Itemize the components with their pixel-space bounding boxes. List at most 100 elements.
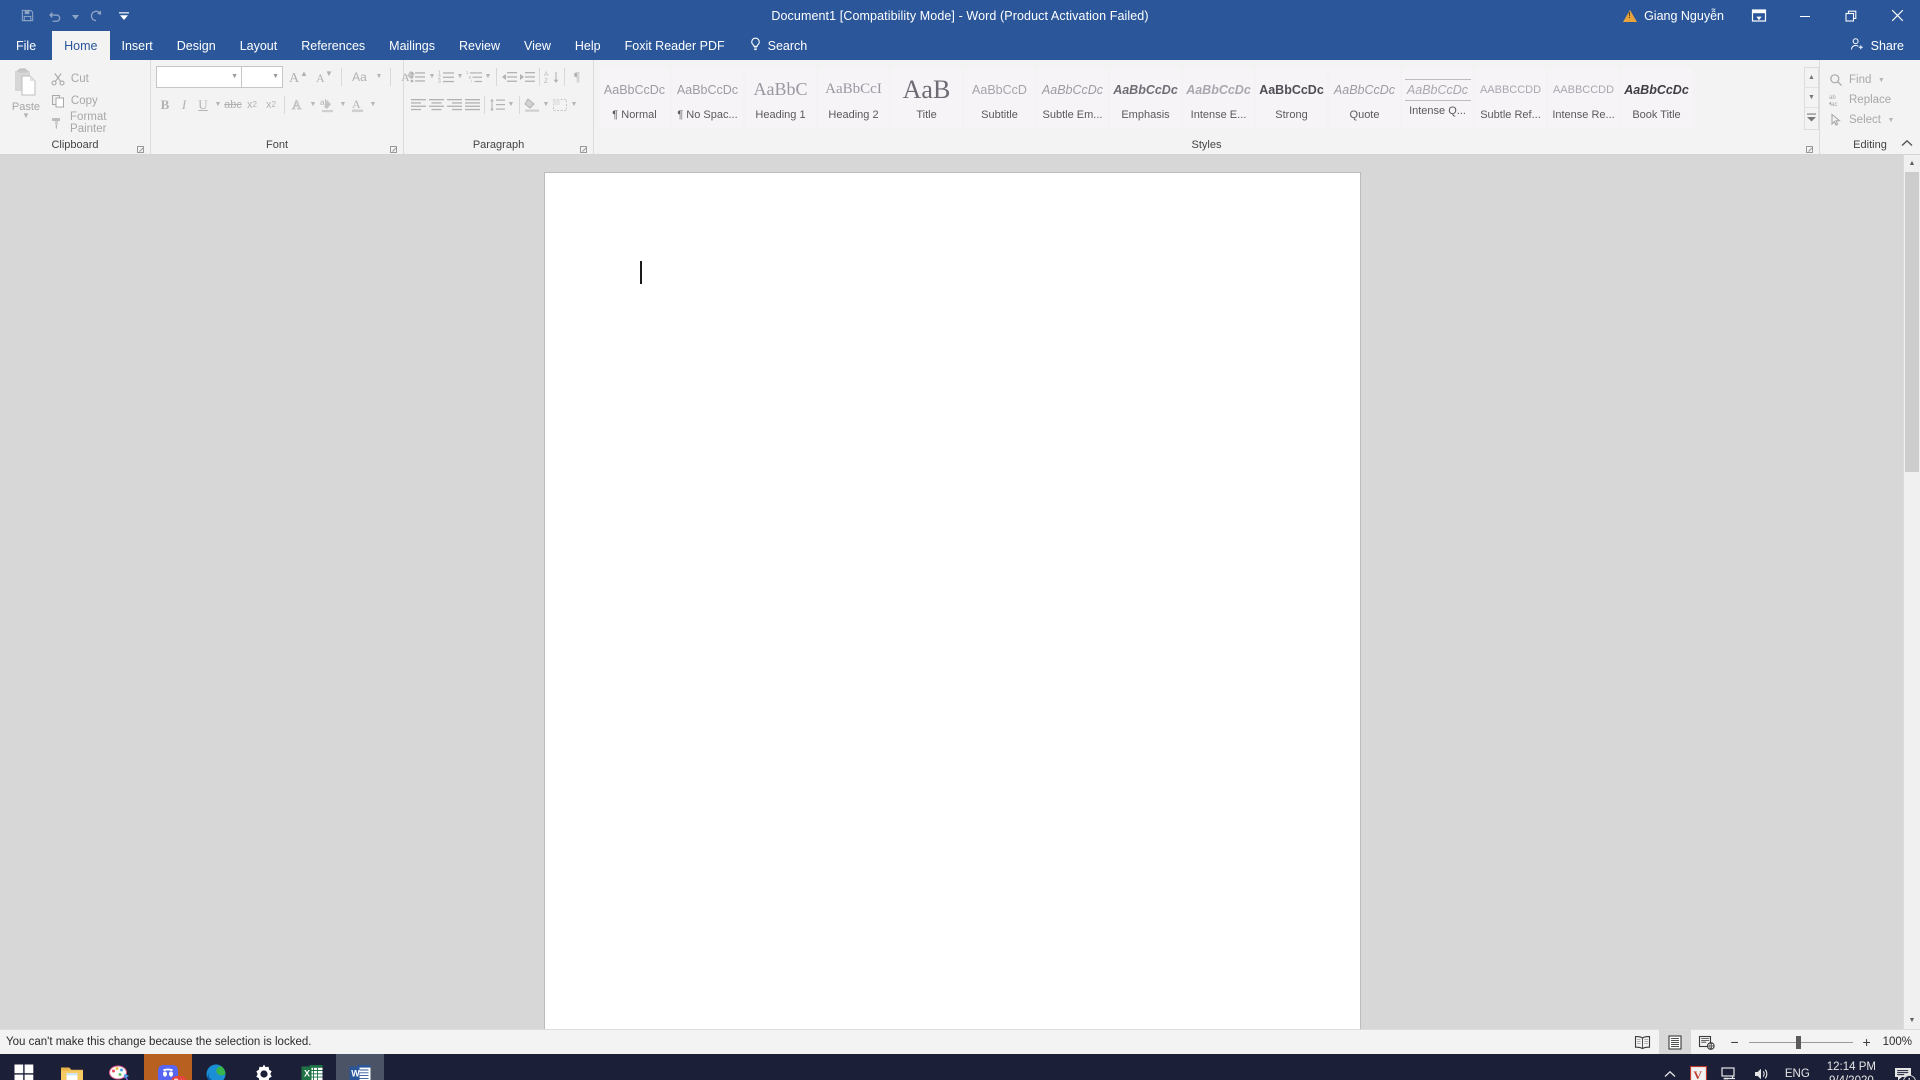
undo-dropdown-caret-icon[interactable] <box>70 4 81 28</box>
grow-font-icon[interactable]: A ▲ <box>286 65 309 88</box>
clock[interactable]: 12:14 PM 9/4/2020 <box>1817 1054 1886 1080</box>
tab-references[interactable]: References <box>289 31 377 60</box>
save-icon[interactable] <box>14 4 40 28</box>
line-spacing-caret-icon[interactable]: ▼ <box>506 101 516 108</box>
vertical-scrollbar[interactable]: ▲ ▼ <box>1903 155 1920 1029</box>
font-size-input[interactable]: ▼ <box>242 65 283 88</box>
tab-mailings[interactable]: Mailings <box>377 31 447 60</box>
align-justify-icon[interactable] <box>463 93 481 116</box>
pilcrow-icon[interactable]: ¶ <box>568 65 586 88</box>
copy-button[interactable]: Copy <box>47 90 145 111</box>
zoom-control[interactable]: − + <box>1723 1035 1883 1049</box>
decrease-indent-icon[interactable] <box>500 65 518 88</box>
taskbar-discord[interactable]: 9+ <box>144 1054 192 1080</box>
close-button[interactable] <box>1874 0 1920 31</box>
text-effects-caret-icon[interactable]: ▼ <box>308 101 318 108</box>
paragraph-dialog-launcher-icon[interactable] <box>579 142 589 153</box>
tab-home[interactable]: Home <box>52 31 110 60</box>
undo-icon[interactable] <box>42 4 68 28</box>
styles-gallery-scrollbar[interactable]: ▲ ▼ <box>1804 67 1819 130</box>
shrink-font-icon[interactable]: A ▼ <box>312 65 335 88</box>
network-icon[interactable] <box>1714 1054 1746 1080</box>
collapse-ribbon-icon[interactable] <box>1900 136 1914 150</box>
taskbar-paint[interactable] <box>96 1054 144 1080</box>
start-button[interactable] <box>0 1054 48 1080</box>
font-name-input[interactable]: ▼ <box>156 65 242 88</box>
paste-dropdown-caret-icon[interactable]: ▼ <box>22 112 30 120</box>
style-tile-title[interactable]: AaB Title <box>891 67 962 128</box>
style-tile-heading-2[interactable]: AaBbCcI Heading 2 <box>818 67 889 128</box>
subscript-icon[interactable]: x2 <box>243 93 261 116</box>
print-layout-icon[interactable] <box>1658 1029 1691 1055</box>
zoom-slider-thumb[interactable] <box>1795 1035 1801 1049</box>
style-tile-subtitle[interactable]: AaBbCcD Subtitle <box>964 67 1035 128</box>
share-button[interactable]: Share <box>1834 31 1920 60</box>
clipboard-dialog-launcher-icon[interactable] <box>136 142 146 153</box>
style-tile-normal[interactable]: AaBbCcDc ¶ Normal <box>599 67 670 128</box>
paste-button[interactable]: Paste ▼ <box>5 64 47 120</box>
style-tile-no-spac[interactable]: AaBbCcDc ¶ No Spac... <box>672 67 743 128</box>
style-tile-book-title[interactable]: AaBbCcDc Book Title <box>1621 67 1692 128</box>
highlight-color-caret-icon[interactable]: ▼ <box>338 101 348 108</box>
borders-caret-icon[interactable]: ▼ <box>569 101 579 108</box>
shading-icon[interactable] <box>523 93 541 116</box>
styles-scroll-down-icon[interactable]: ▼ <box>1805 88 1818 108</box>
web-layout-icon[interactable] <box>1691 1030 1723 1055</box>
style-tile-intense-e[interactable]: AaBbCcDc Intense E... <box>1183 67 1254 128</box>
account-indicator[interactable]: Giang Nguyễn <box>1617 0 1736 31</box>
font-color-icon[interactable]: A <box>349 93 367 116</box>
format-painter-button[interactable]: Format Painter <box>47 111 145 135</box>
tab-layout[interactable]: Layout <box>228 31 290 60</box>
align-left-icon[interactable] <box>409 93 427 116</box>
numbering-caret-icon[interactable]: ▼ <box>455 73 465 80</box>
tab-insert[interactable]: Insert <box>110 31 165 60</box>
font-size-caret-icon[interactable]: ▼ <box>272 73 279 80</box>
bullets-icon[interactable] <box>409 65 427 88</box>
zoom-in-button[interactable]: + <box>1861 1035 1873 1049</box>
increase-indent-icon[interactable] <box>518 65 536 88</box>
cut-button[interactable]: Cut <box>47 68 145 89</box>
taskbar-file-explorer[interactable] <box>48 1054 96 1080</box>
style-tile-subtle-ref[interactable]: AABBCCDD Subtle Ref... <box>1475 67 1546 128</box>
font-dialog-launcher-icon[interactable] <box>389 142 399 153</box>
style-tile-strong[interactable]: AaBbCcDc Strong <box>1256 67 1327 128</box>
unikey-icon[interactable]: V <box>1683 1054 1714 1080</box>
style-tile-intense-re[interactable]: AABBCCDD Intense Re... <box>1548 67 1619 128</box>
taskbar-edge[interactable] <box>192 1054 240 1080</box>
show-hidden-icons-button[interactable] <box>1657 1054 1683 1080</box>
scrollbar-thumb[interactable] <box>1905 172 1919 472</box>
taskbar-excel[interactable]: X <box>288 1054 336 1080</box>
tab-help[interactable]: Help <box>563 31 613 60</box>
style-tile-subtle-em[interactable]: AaBbCcDc Subtle Em... <box>1037 67 1108 128</box>
tab-design[interactable]: Design <box>165 31 228 60</box>
find-caret-icon[interactable]: ▼ <box>1876 77 1886 84</box>
volume-icon[interactable] <box>1746 1054 1778 1080</box>
scroll-up-icon[interactable]: ▲ <box>1904 155 1920 172</box>
search-box[interactable]: Search <box>737 31 820 60</box>
style-tile-heading-1[interactable]: AaBbC Heading 1 <box>745 67 816 128</box>
align-center-icon[interactable] <box>427 93 445 116</box>
read-mode-icon[interactable] <box>1627 1030 1659 1055</box>
text-effects-icon[interactable]: A <box>289 93 307 116</box>
document-page[interactable] <box>545 173 1360 1029</box>
underline-caret-icon[interactable]: ▼ <box>213 101 223 108</box>
replace-button[interactable]: ab ac Replace <box>1825 90 1899 110</box>
bold-icon[interactable]: B <box>156 93 174 116</box>
strikethrough-icon[interactable]: abc <box>224 93 242 116</box>
find-button[interactable]: Find ▼ <box>1825 70 1899 90</box>
change-case-caret-icon[interactable]: ▼ <box>374 73 384 80</box>
action-center-icon[interactable]: 1 <box>1886 1054 1920 1080</box>
style-tile-intense-q[interactable]: AaBbCcDc Intense Q... <box>1402 67 1473 128</box>
tab-view[interactable]: View <box>512 31 563 60</box>
scrollbar-track[interactable] <box>1904 172 1920 1012</box>
document-canvas[interactable]: ▲ ▼ <box>0 155 1920 1029</box>
style-tile-quote[interactable]: AaBbCcDc Quote <box>1329 67 1400 128</box>
restore-button[interactable] <box>1828 0 1874 31</box>
styles-scroll-up-icon[interactable]: ▲ <box>1805 68 1818 88</box>
highlight-color-icon[interactable]: ab <box>319 93 337 116</box>
zoom-level[interactable]: 100% <box>1883 1036 1920 1048</box>
styles-dialog-launcher-icon[interactable] <box>1805 142 1815 153</box>
align-right-icon[interactable] <box>445 93 463 116</box>
tab-review[interactable]: Review <box>447 31 512 60</box>
minimize-button[interactable] <box>1782 0 1828 31</box>
